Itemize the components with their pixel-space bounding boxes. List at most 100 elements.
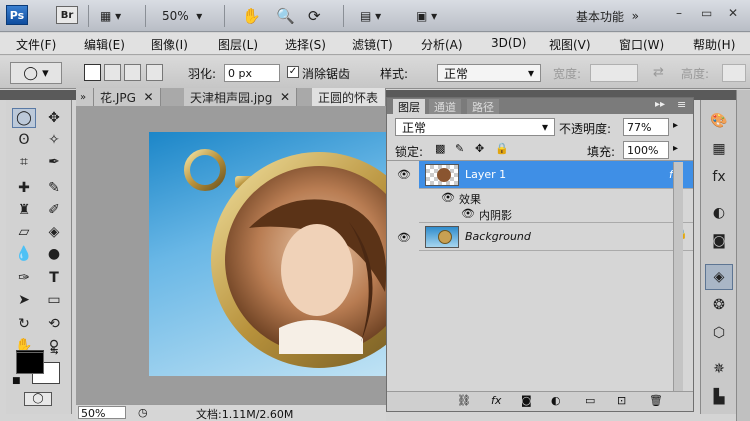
move-tool[interactable]: ✥ (42, 108, 66, 128)
paint-bucket-tool[interactable]: ◈ (42, 222, 66, 242)
lasso-tool[interactable]: ʘ (12, 130, 36, 150)
width-input[interactable] (590, 64, 638, 82)
document-tab-tianjin[interactable]: 天津相声园.jpg ✕ (184, 88, 298, 106)
quick-selection-tool[interactable]: ✧ (42, 130, 66, 150)
effects-visibility-eye-icon[interactable]: 👁 (441, 191, 455, 204)
foreground-color-front[interactable] (16, 352, 44, 374)
type-tool[interactable]: T (42, 268, 66, 288)
layers-panel-button[interactable]: ◈ (705, 264, 733, 290)
workspace-switcher[interactable]: 基本功能 » (576, 6, 639, 26)
style-dropdown[interactable]: 正常 ▾ (437, 64, 541, 82)
dodge-tool[interactable]: ● (42, 244, 66, 264)
fill-slider-arrow[interactable]: ▸ (673, 143, 678, 154)
opacity-input[interactable]: 77% (623, 118, 669, 136)
close-icon[interactable]: ✕ (144, 90, 154, 104)
tab-channels[interactable]: 通道 (429, 99, 461, 114)
close-icon[interactable]: ✕ (280, 90, 290, 104)
lock-transparency-icon[interactable]: ▩ (435, 142, 445, 155)
screen-mode-button[interactable]: ▣ ▾ (416, 6, 437, 26)
crop-tool[interactable]: ⌗ (12, 152, 36, 172)
paths-panel-button[interactable]: ⬡ (705, 320, 733, 346)
close-button[interactable]: ✕ (728, 6, 738, 20)
document-tab-pocket-watch[interactable]: 正圆的怀表 (312, 88, 386, 106)
rectangle-tool[interactable]: ▭ (42, 290, 66, 310)
swap-dimensions-icon[interactable]: ⇄ (653, 65, 664, 80)
new-group-icon[interactable]: ▭ (585, 394, 595, 407)
layer-name[interactable]: Background (465, 230, 531, 243)
status-menu-icon[interactable]: ◷ (138, 406, 148, 419)
menu-image[interactable]: 图像(I) (151, 36, 188, 53)
menu-3d[interactable]: 3D(D) (491, 36, 526, 50)
tab-paths[interactable]: 路径 (467, 99, 499, 114)
layer-row-background[interactable]: Background 🔒 (419, 223, 693, 251)
menu-filter[interactable]: 滤镜(T) (352, 36, 393, 53)
document-canvas-area[interactable] (76, 106, 386, 404)
styles-panel-button[interactable]: fx (705, 164, 733, 190)
hand-tool-icon[interactable]: ✋ (242, 6, 261, 26)
lock-all-icon[interactable]: 🔒 (495, 142, 509, 155)
bridge-launch-button[interactable]: Br (56, 6, 78, 24)
color-panel-button[interactable]: 🎨 (705, 108, 733, 134)
blend-mode-dropdown[interactable]: 正常 ▾ (395, 118, 555, 136)
link-layers-icon[interactable]: ⛓ (457, 394, 471, 407)
default-colors-icon[interactable]: ■ (12, 376, 21, 386)
opacity-slider-arrow[interactable]: ▸ (673, 120, 678, 131)
document-tab-flower[interactable]: 花.JPG ✕ (94, 88, 161, 106)
quick-mask-button[interactable]: ◯ (24, 392, 52, 406)
menu-select[interactable]: 选择(S) (285, 36, 326, 53)
inner-shadow-effect[interactable]: 内阴影 (479, 207, 512, 223)
histogram-panel-button[interactable]: ▙ (705, 384, 733, 410)
zoom-level-dropdown[interactable]: 50% ▾ (162, 6, 202, 26)
subtract-from-selection-button[interactable] (124, 64, 141, 81)
healing-brush-tool[interactable]: ✚ (12, 178, 36, 198)
panel-menu-icon[interactable]: ≡ (677, 98, 686, 111)
inner-shadow-visibility-eye-icon[interactable]: 👁 (461, 207, 475, 220)
panel-collapse-icon[interactable]: ▸▸ (655, 99, 665, 110)
blur-tool[interactable]: 💧 (12, 244, 36, 264)
menu-edit[interactable]: 编辑(E) (84, 36, 125, 53)
new-selection-button[interactable] (84, 64, 101, 81)
history-brush-tool[interactable]: ✐ (42, 200, 66, 220)
swap-colors-icon[interactable]: ⇆ (50, 346, 58, 357)
intersect-selection-button[interactable] (146, 64, 163, 81)
tool-preset-picker[interactable]: ◯ ▾ (10, 62, 62, 84)
adjustments-panel-button[interactable]: ◐ (705, 200, 733, 226)
layer-row-layer1[interactable]: Layer 1 fx (419, 161, 693, 189)
elliptical-marquee-tool[interactable]: ◯ (12, 108, 36, 128)
fill-input[interactable]: 100% (623, 141, 669, 159)
layer-name[interactable]: Layer 1 (465, 168, 506, 181)
view-extras-button[interactable]: ▦ ▾ (100, 6, 121, 26)
3d-rotate-tool[interactable]: ↻ (12, 314, 36, 334)
tab-overflow-icon[interactable]: » (76, 88, 94, 106)
adjustment-layer-icon[interactable]: ◐ (551, 394, 561, 407)
rotate-view-icon[interactable]: ⟳ (308, 6, 321, 26)
eraser-tool[interactable]: ▱ (12, 222, 36, 242)
add-mask-icon[interactable]: ◙ (521, 394, 532, 407)
menu-analysis[interactable]: 分析(A) (421, 36, 463, 53)
layers-scrollbar[interactable] (673, 162, 683, 392)
eyedropper-tool[interactable]: ✒ (42, 152, 66, 172)
layer-visibility-eye-icon[interactable]: 👁 (397, 168, 411, 181)
menu-file[interactable]: 文件(F) (16, 36, 56, 53)
lock-image-icon[interactable]: ✎ (455, 142, 464, 155)
clone-stamp-tool[interactable]: ♜ (12, 200, 36, 220)
lock-position-icon[interactable]: ✥ (475, 142, 484, 155)
menu-help[interactable]: 帮助(H) (693, 36, 735, 53)
menu-layer[interactable]: 图层(L) (218, 36, 258, 53)
channels-panel-button[interactable]: ❂ (705, 292, 733, 318)
restore-button[interactable]: ▭ (701, 6, 712, 20)
menu-view[interactable]: 视图(V) (549, 36, 591, 53)
antialias-checkbox[interactable]: ✓ (287, 66, 299, 78)
arrange-documents-button[interactable]: ▤ ▾ (360, 6, 381, 26)
menu-window[interactable]: 窗口(W) (619, 36, 664, 53)
add-to-selection-button[interactable] (104, 64, 121, 81)
masks-panel-button[interactable]: ◙ (705, 228, 733, 254)
zoom-status-field[interactable]: 50% (78, 406, 126, 420)
new-layer-icon[interactable]: ⊡ (617, 394, 626, 407)
canvas-image[interactable] (149, 132, 386, 376)
delete-layer-icon[interactable]: 🗑 (649, 394, 663, 407)
swatches-panel-button[interactable]: ▦ (705, 136, 733, 162)
minimize-button[interactable]: – (676, 6, 682, 20)
zoom-tool-icon[interactable]: 🔍 (276, 6, 295, 26)
brush-tool[interactable]: ✎ (42, 178, 66, 198)
